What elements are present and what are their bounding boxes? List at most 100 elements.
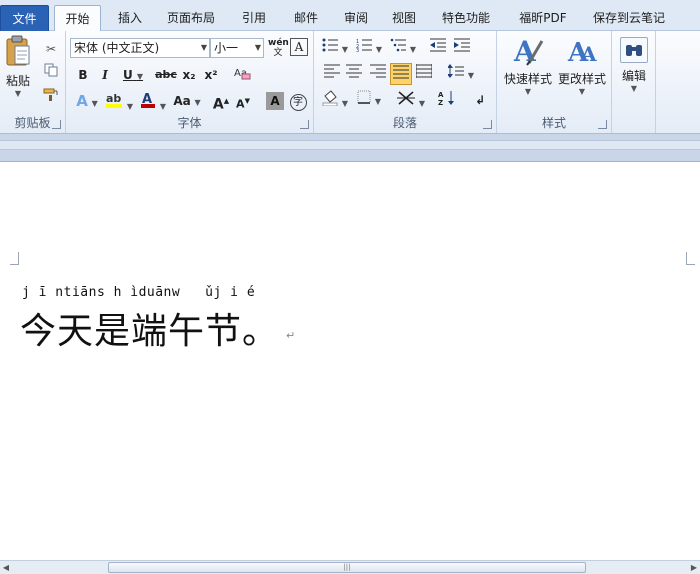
multilevel-list-button[interactable]: ▼ xyxy=(388,38,418,58)
chevron-down-icon: ▼ xyxy=(159,102,166,111)
superscript-icon: x² xyxy=(204,68,218,82)
tab-view[interactable]: 视图 xyxy=(382,5,426,31)
horizontal-scrollbar[interactable]: ◀ ||| ▶ xyxy=(0,560,700,574)
chevron-down-icon: ▼ xyxy=(194,98,201,107)
group-label-styles: 样式 xyxy=(541,116,566,130)
group-font: 宋体 (中文正文) ▼ 小一 ▼ wén 文 A B I U ▼ abc x₂ … xyxy=(66,31,314,133)
tab-insert[interactable]: 插入 xyxy=(108,5,152,31)
format-painter-button[interactable] xyxy=(42,88,60,108)
bullets-button[interactable]: ▼ xyxy=(320,38,350,58)
editing-button[interactable]: 编辑 ▼ xyxy=(616,35,652,105)
numbering-button[interactable]: 123 ▼ xyxy=(354,38,384,58)
document-body-text[interactable]: 今天是端午节。 xyxy=(20,302,279,354)
italic-button[interactable]: I xyxy=(96,65,114,85)
subscript-icon: x₂ xyxy=(182,68,196,82)
highlight-color-button[interactable]: ab ▼ xyxy=(104,91,134,111)
paste-dropdown-arrow[interactable]: ▼ xyxy=(2,89,34,98)
font-size-value: 小一 xyxy=(214,41,239,55)
numbered-list-icon: 123 xyxy=(356,39,372,54)
align-left-button[interactable] xyxy=(322,64,342,84)
subscript-button[interactable]: x₂ xyxy=(180,65,198,85)
character-shading-icon: A xyxy=(270,94,280,108)
distributed-button[interactable] xyxy=(414,64,434,84)
borders-icon xyxy=(357,90,371,104)
pinyin-annotation: j ī ntiāns h ìduānw ǔj i é xyxy=(22,285,256,300)
sort-button[interactable]: AZ xyxy=(436,90,458,110)
document-page[interactable]: j ī ntiāns h ìduānw ǔj i é 今天是端午节。 ↵ xyxy=(0,162,700,560)
enclose-characters-button[interactable]: 字 xyxy=(288,91,308,111)
scroll-right-arrow-icon[interactable]: ▶ xyxy=(688,561,700,574)
superscript-button[interactable]: x² xyxy=(202,65,220,85)
tab-review[interactable]: 审阅 xyxy=(334,5,378,31)
paste-button[interactable]: 粘贴 ▼ xyxy=(2,35,34,105)
chinese-layout-button[interactable]: ▼ xyxy=(396,90,426,110)
align-center-button[interactable] xyxy=(344,64,364,84)
ruler-area xyxy=(0,134,700,162)
tab-file[interactable]: 文件 xyxy=(0,5,49,31)
shrink-font-button[interactable]: A▼ xyxy=(234,91,252,111)
tab-foxit-pdf[interactable]: 福昕PDF xyxy=(510,5,576,31)
group-clipboard: 粘贴 ▼ ✂ 剪贴板 xyxy=(0,31,66,133)
tab-special-features[interactable]: 特色功能 xyxy=(434,5,498,31)
clipboard-dialog-launcher[interactable] xyxy=(52,120,61,129)
tab-home[interactable]: 开始 xyxy=(54,5,101,32)
character-border-icon: A xyxy=(294,40,304,54)
tab-page-layout[interactable]: 页面布局 xyxy=(160,5,222,31)
line-spacing-button[interactable]: ▼ xyxy=(446,64,476,84)
character-shading-button[interactable]: A xyxy=(266,92,284,110)
show-formatting-marks-button[interactable]: ↲ xyxy=(470,90,490,110)
scrollbar-thumb[interactable]: ||| xyxy=(108,562,586,573)
paragraph-mark: ↵ xyxy=(286,329,296,342)
font-size-dropdown[interactable]: 小一 ▼ xyxy=(210,38,264,58)
increase-indent-icon xyxy=(454,38,470,52)
phonetic-guide-button[interactable]: wén 文 xyxy=(268,38,289,58)
font-name-dropdown[interactable]: 宋体 (中文正文) ▼ xyxy=(70,38,210,58)
change-case-button[interactable]: Aa ▼ xyxy=(172,91,202,111)
clear-formatting-button[interactable]: Aa xyxy=(232,65,252,85)
paragraph-dialog-launcher[interactable] xyxy=(483,120,492,129)
chevron-down-icon: ▼ xyxy=(524,87,532,96)
grip-icon: ||| xyxy=(343,563,351,571)
crop-mark-top-right xyxy=(686,252,695,265)
increase-indent-button[interactable] xyxy=(452,38,472,58)
editing-icon-frame xyxy=(620,37,648,63)
text-effects-button[interactable]: A ▼ xyxy=(72,91,102,111)
ribbon-home: 粘贴 ▼ ✂ 剪贴板 宋体 (中文正文) ▼ 小一 ▼ wén 文 A B I … xyxy=(0,31,700,134)
tab-save-to-cloud-notes[interactable]: 保存到云笔记 xyxy=(586,5,672,31)
styles-dialog-launcher[interactable] xyxy=(598,120,607,129)
copy-button[interactable] xyxy=(42,63,60,83)
tab-references[interactable]: 引用 xyxy=(232,5,276,31)
chevron-down-icon: ▼ xyxy=(126,102,133,111)
decrease-indent-button[interactable] xyxy=(428,38,448,58)
chevron-down-icon: ▼ xyxy=(341,45,348,54)
borders-button[interactable]: ▼ xyxy=(354,90,384,110)
strikethrough-icon: abc xyxy=(155,68,177,81)
bullet-list-icon xyxy=(322,38,338,52)
chevron-down-icon: ▼ xyxy=(578,87,586,96)
change-case-icon: Aa xyxy=(173,94,191,108)
chevron-down-icon: ▼ xyxy=(254,43,261,52)
shading-button[interactable]: ▼ xyxy=(320,90,350,110)
change-styles-button[interactable]: A A 更改样式 ▼ xyxy=(555,35,609,107)
font-dialog-launcher[interactable] xyxy=(300,120,309,129)
paste-icon xyxy=(6,35,30,66)
underline-button[interactable]: U ▼ xyxy=(120,65,146,85)
align-right-button[interactable] xyxy=(368,64,388,84)
justify-button[interactable] xyxy=(390,63,412,85)
line-spacing-icon xyxy=(447,64,464,78)
svg-text:A: A xyxy=(438,91,444,99)
scroll-left-arrow-icon[interactable]: ◀ xyxy=(0,561,12,574)
bold-button[interactable]: B xyxy=(74,65,92,85)
quick-styles-button[interactable]: A 快速样式 ▼ xyxy=(501,35,555,107)
character-border-button[interactable]: A xyxy=(290,38,308,56)
font-color-button[interactable]: A ▼ xyxy=(138,91,168,111)
grow-font-button[interactable]: A▲ xyxy=(212,91,230,113)
tab-mailings[interactable]: 邮件 xyxy=(284,5,328,31)
svg-text:3: 3 xyxy=(356,48,359,52)
chevron-down-icon: ▼ xyxy=(91,99,98,108)
cut-button[interactable]: ✂ xyxy=(42,39,60,59)
strikethrough-button[interactable]: abc xyxy=(154,65,178,85)
format-painter-icon xyxy=(43,88,58,101)
change-styles-icon: A A xyxy=(567,38,597,68)
svg-text:A: A xyxy=(513,35,537,67)
